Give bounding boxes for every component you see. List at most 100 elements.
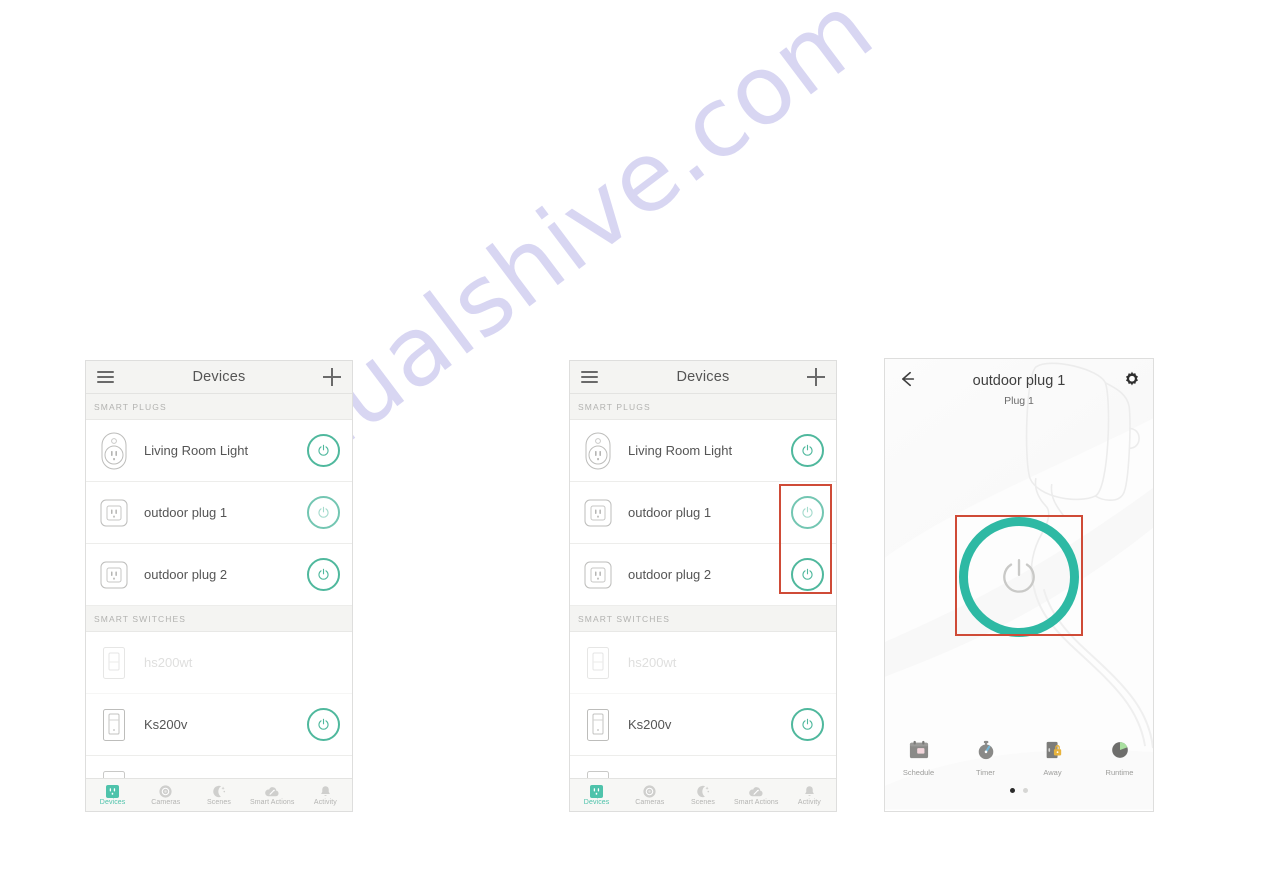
- tab-cameras[interactable]: Cameras: [623, 784, 676, 806]
- list-item-label: Living Room Light: [144, 443, 249, 458]
- list-item[interactable]: Ks200v: [86, 694, 352, 756]
- back-arrow-icon[interactable]: [897, 369, 917, 389]
- hamburger-icon[interactable]: [581, 371, 598, 383]
- tab-devices[interactable]: Devices: [570, 784, 623, 806]
- tab-label: Activity: [797, 799, 821, 806]
- stopwatch-icon: [975, 740, 997, 765]
- list-item-label: Ks200v: [144, 717, 188, 732]
- tab-cameras[interactable]: Cameras: [139, 784, 192, 806]
- power-toggle-button[interactable]: [791, 708, 824, 741]
- devices-icon: [590, 784, 604, 798]
- wall-switch-icon: [96, 643, 132, 683]
- screen-device-detail: outdoor plug 1 Plug 1 Schedule Timer Awa…: [884, 358, 1154, 812]
- list-item[interactable]: outdoor plug 2: [86, 544, 352, 606]
- big-power-toggle-button[interactable]: [959, 517, 1079, 637]
- screen-devices-list-highlighted: Devices SMART PLUGS Living Room Light ou…: [569, 360, 837, 812]
- list-item[interactable]: outdoor plug 1: [86, 482, 352, 544]
- power-toggle-button[interactable]: [307, 558, 340, 591]
- bottom-tab-bar: Devices Cameras Scenes Smart Actions Act…: [86, 778, 352, 811]
- list-item-label: Living Room Light: [628, 443, 733, 458]
- power-toggle-button[interactable]: [791, 558, 824, 591]
- list-item-label: outdoor plug 1: [628, 505, 712, 520]
- screen-devices-list-plain: Devices SMART PLUGS Living Room Light ou…: [85, 360, 353, 812]
- page-dot-1[interactable]: [1010, 788, 1015, 793]
- tool-runtime[interactable]: Runtime: [1086, 740, 1153, 777]
- camera-icon: [643, 784, 656, 798]
- tool-label: Timer: [976, 768, 995, 777]
- tab-activity[interactable]: Activity: [299, 784, 352, 806]
- tab-label: Activity: [313, 799, 337, 806]
- detail-tool-bar: Schedule Timer Away Runtime: [885, 740, 1153, 777]
- devices-icon: [106, 784, 120, 798]
- power-toggle-button[interactable]: [791, 434, 824, 467]
- smart-plug-square-icon: [580, 493, 616, 533]
- moon-stars-icon: [696, 784, 710, 798]
- section-header-smart-plugs: SMART PLUGS: [86, 394, 352, 420]
- wall-switch-icon: [96, 705, 132, 745]
- power-toggle-button[interactable]: [307, 496, 340, 529]
- tab-scenes[interactable]: Scenes: [192, 784, 245, 806]
- page-dot-2[interactable]: [1023, 788, 1028, 793]
- list-item-label: Ks200v: [628, 717, 672, 732]
- tab-label: Scenes: [691, 799, 715, 806]
- list-item[interactable]: Ks200v: [570, 694, 836, 756]
- tab-devices[interactable]: Devices: [86, 784, 139, 806]
- tab-label: Devices: [99, 799, 126, 806]
- tab-label: Devices: [583, 799, 610, 806]
- power-icon: [1003, 559, 1035, 593]
- page-indicator: [885, 788, 1153, 793]
- page-subtitle: Plug 1: [1004, 395, 1034, 407]
- section-header-smart-switches: SMART SWITCHES: [570, 606, 836, 632]
- bell-icon: [803, 784, 816, 798]
- detail-header: outdoor plug 1 Plug 1: [885, 359, 1153, 407]
- power-toggle-button[interactable]: [791, 496, 824, 529]
- page-title: Devices: [192, 369, 246, 385]
- section-header-smart-plugs: SMART PLUGS: [570, 394, 836, 420]
- list-item-label: hs200wt: [144, 655, 193, 670]
- magic-cloud-icon: [748, 784, 764, 798]
- list-item[interactable]: outdoor plug 2: [570, 544, 836, 606]
- list-item[interactable]: Living Room Light: [570, 420, 836, 482]
- list-item-label: outdoor plug 1: [144, 505, 228, 520]
- hamburger-icon[interactable]: [97, 371, 114, 383]
- tab-label: Scenes: [207, 799, 231, 806]
- list-item-label: outdoor plug 2: [144, 567, 228, 582]
- tool-label: Away: [1043, 768, 1062, 777]
- smart-plug-square-icon: [96, 555, 132, 595]
- power-toggle-button[interactable]: [307, 708, 340, 741]
- app-header: Devices: [570, 361, 836, 394]
- tool-label: Runtime: [1105, 768, 1134, 777]
- camera-icon: [159, 784, 172, 798]
- power-toggle-button[interactable]: [307, 434, 340, 467]
- tool-schedule[interactable]: Schedule: [885, 740, 952, 777]
- list-item[interactable]: hs200wt: [86, 632, 352, 694]
- tab-smart-actions[interactable]: Smart Actions: [730, 784, 783, 806]
- tab-smart-actions[interactable]: Smart Actions: [246, 784, 299, 806]
- page-title: outdoor plug 1: [972, 373, 1066, 389]
- smart-plug-square-icon: [96, 493, 132, 533]
- list-item[interactable]: Living Room Light: [86, 420, 352, 482]
- app-header: Devices: [86, 361, 352, 394]
- tab-scenes[interactable]: Scenes: [676, 784, 729, 806]
- tab-label: Cameras: [151, 799, 181, 806]
- tab-activity[interactable]: Activity: [783, 784, 836, 806]
- door-lock-icon: [1042, 740, 1064, 765]
- list-item[interactable]: outdoor plug 1: [570, 482, 836, 544]
- wall-switch-icon: [580, 643, 616, 683]
- plus-icon[interactable]: [807, 368, 825, 386]
- bell-icon: [319, 784, 332, 798]
- magic-cloud-icon: [264, 784, 280, 798]
- detail-body: outdoor plug 1 Plug 1 Schedule Timer Awa…: [885, 359, 1153, 811]
- gear-icon[interactable]: [1122, 369, 1141, 388]
- list-item-label: hs200wt: [628, 655, 677, 670]
- pie-chart-icon: [1109, 740, 1131, 765]
- section-header-smart-switches: SMART SWITCHES: [86, 606, 352, 632]
- tab-label: Smart Actions: [249, 799, 295, 806]
- tool-timer[interactable]: Timer: [952, 740, 1019, 777]
- wall-switch-icon: [580, 705, 616, 745]
- big-power-toggle-wrap: [885, 517, 1153, 637]
- tab-label: Smart Actions: [733, 799, 779, 806]
- plus-icon[interactable]: [323, 368, 341, 386]
- tool-away[interactable]: Away: [1019, 740, 1086, 777]
- list-item[interactable]: hs200wt: [570, 632, 836, 694]
